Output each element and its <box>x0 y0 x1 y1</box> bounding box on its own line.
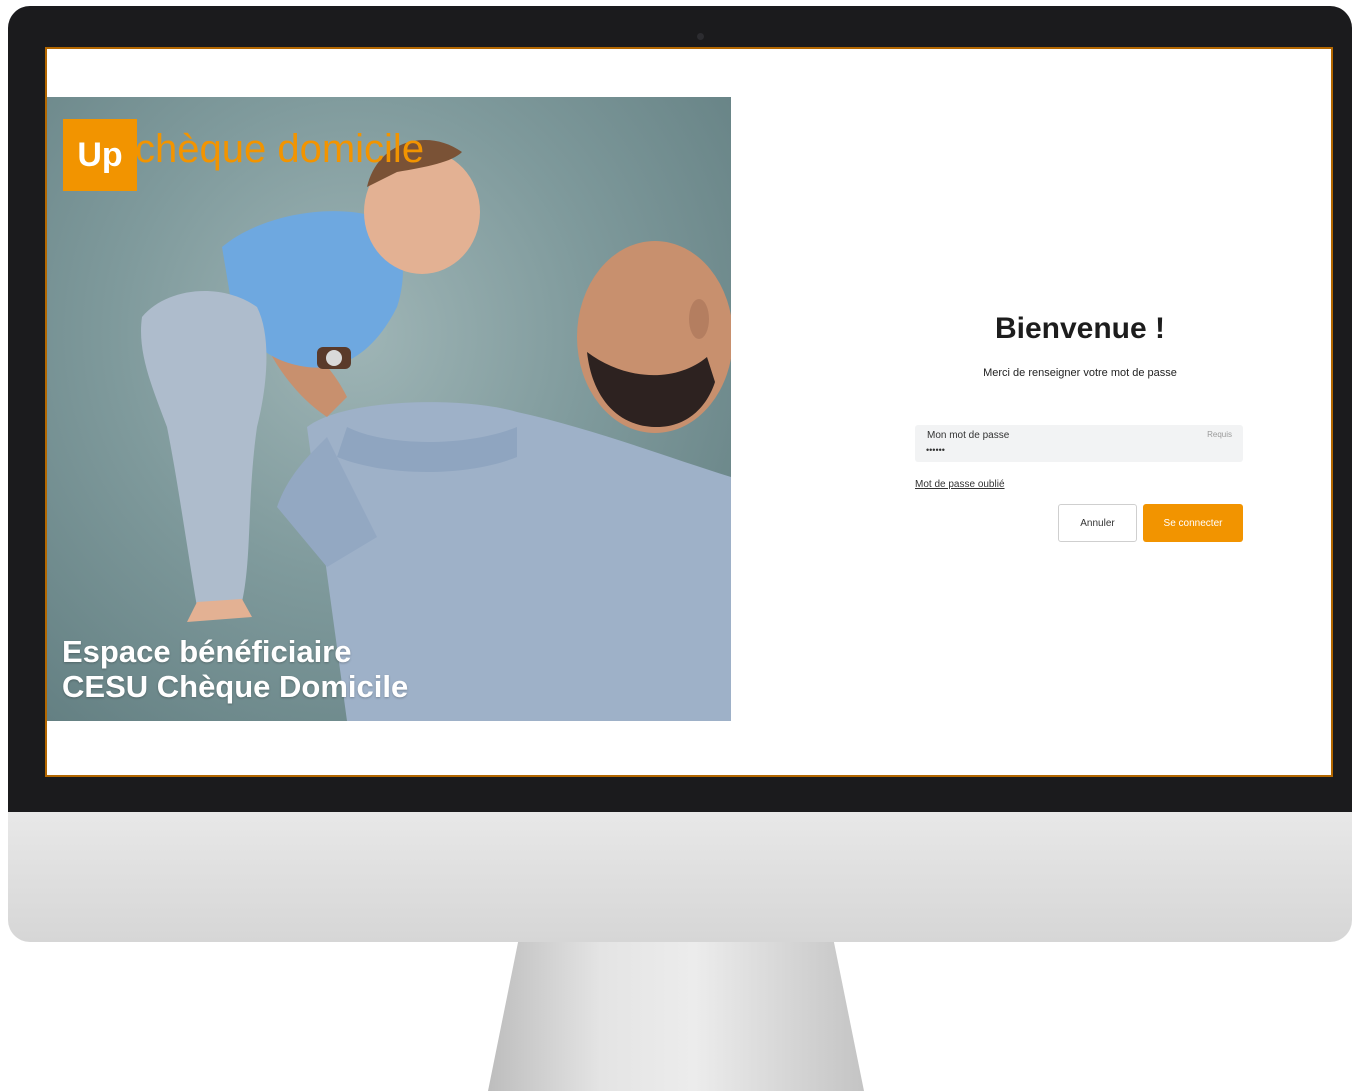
hero-photo <box>141 139 731 721</box>
password-input[interactable] <box>926 443 1176 457</box>
forgot-password-link[interactable]: Mot de passe oublié <box>915 479 1005 490</box>
logo-brand-text: chèque domicile <box>135 127 425 171</box>
page-title: Bienvenue ! <box>994 312 1166 345</box>
required-hint: Requis <box>1207 430 1232 439</box>
hero-image: Up chèque domicile Espace bénéficiaire C… <box>47 97 731 721</box>
hero-title-line-1: Espace bénéficiaire <box>62 634 352 669</box>
page-subtitle: Merci de renseigner votre mot de passe <box>983 367 1177 379</box>
up-logo: Up <box>63 119 137 191</box>
password-field[interactable]: Mon mot de passe Requis <box>915 425 1243 462</box>
login-button[interactable]: Se connecter <box>1143 504 1243 542</box>
screen: Up chèque domicile Espace bénéficiaire C… <box>45 47 1333 777</box>
login-form: Bienvenue ! Merci de renseigner votre mo… <box>915 49 1245 775</box>
monitor-chin <box>8 812 1352 942</box>
hero-title-line-2: CESU Chèque Domicile <box>62 669 409 704</box>
camera-icon <box>697 33 704 40</box>
password-label: Mon mot de passe <box>927 430 1010 441</box>
hero-title: Espace bénéficiaire CESU Chèque Domicile <box>62 634 408 704</box>
monitor-stand <box>488 942 864 1091</box>
cancel-button[interactable]: Annuler <box>1058 504 1137 542</box>
